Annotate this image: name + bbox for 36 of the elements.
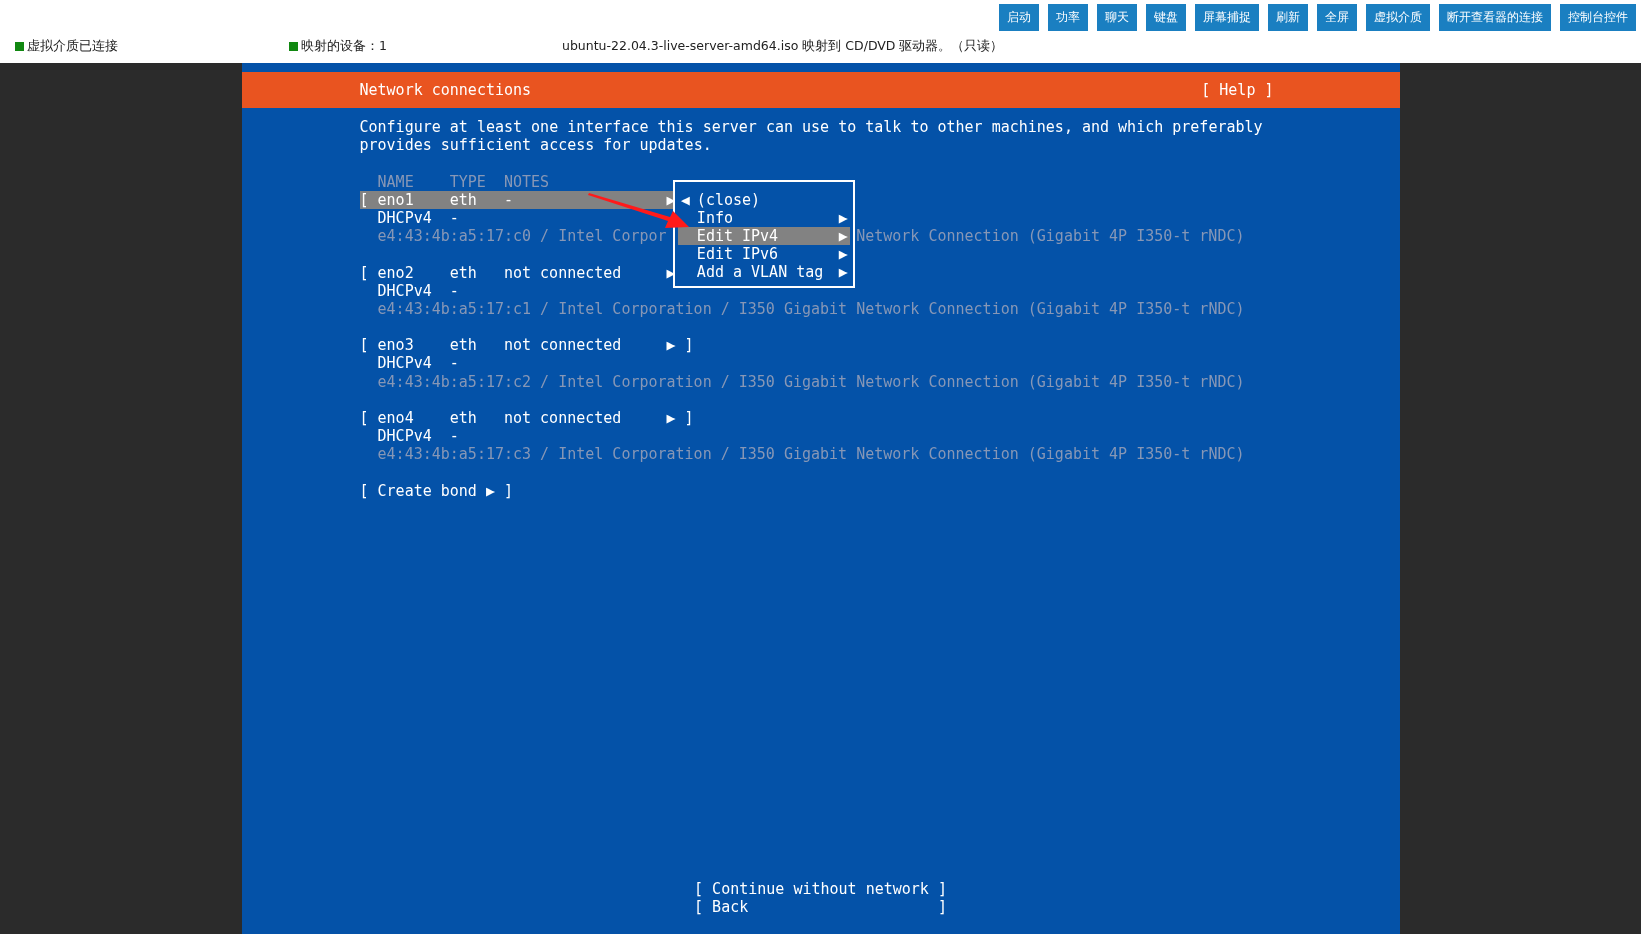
dhcp-status: DHCPv4 - <box>377 427 459 446</box>
toolbar-button[interactable]: 屏幕捕捉 <box>1195 4 1259 31</box>
device-detail: e4:43:4b:a5:17:c3 / Intel Corporation / I350 Gigabit Network Connection (Gigabit 4P I350-t rNDC) <box>377 445 1245 464</box>
interface-row[interactable]: [ eno3 eth not connected ▶ ] <box>359 336 694 355</box>
toolbar-button[interactable]: 虚拟介质 <box>1366 4 1430 31</box>
toolbar-button[interactable]: 聊天 <box>1097 4 1137 31</box>
menu-item[interactable]: Info ▶ <box>677 208 850 227</box>
toolbar-button[interactable]: 启动 <box>999 4 1039 31</box>
status-text: ubuntu-22.04.3-live-server-amd64.iso 映射到 CD/DVD 驱动器。（只读） <box>562 38 1004 55</box>
toolbar-button[interactable]: 功率 <box>1048 4 1088 31</box>
menu-item[interactable]: ◀ (close) <box>677 190 850 209</box>
dhcp-status: DHCPv4 - <box>377 208 459 227</box>
toolbar-button[interactable]: 控制台控件 <box>1560 4 1636 31</box>
toolbar-button[interactable]: 断开查看器的连接 <box>1439 4 1551 31</box>
dhcp-status: DHCPv4 - <box>377 281 459 300</box>
device-detail: e4:43:4b:a5:17:c1 / Intel Corporation / I350 Gigabit Network Connection (Gigabit 4P I350-t rNDC) <box>377 299 1245 318</box>
footer-button[interactable]: [ Continue without network ] <box>694 879 947 898</box>
dhcp-status: DHCPv4 - <box>377 354 459 373</box>
intro-text: Configure at least one interface this server can use to talk to other machines, and which preferably provides sufficient access for updates. <box>359 118 1264 155</box>
menu-item[interactable]: Edit IPv4 ▶ <box>677 226 850 246</box>
toolbar-button[interactable]: 刷新 <box>1268 4 1308 31</box>
device-detail: e4:43:4b:a5:17:c2 / Intel Corporation / I350 Gigabit Network Connection (Gigabit 4P I350-t rNDC) <box>377 372 1245 391</box>
column-headers: NAME TYPE NOTES <box>376 172 550 191</box>
device-detail: Network Connection (Gigabit 4P I350-t rNDC) <box>856 227 1245 246</box>
menu-item[interactable]: Edit IPv6 ▶ <box>677 245 850 264</box>
toolbar-button[interactable]: 键盘 <box>1146 4 1186 31</box>
screen-title: Network connections <box>359 80 532 100</box>
interface-row[interactable]: [ eno4 eth not connected ▶ ] <box>359 409 694 428</box>
menu-item[interactable]: Add a VLAN tag ▶ <box>677 263 850 282</box>
toolbar-button[interactable]: 全屏 <box>1317 4 1357 31</box>
device-detail: e4:43:4b:a5:17:c0 / Intel Corpor <box>377 227 667 246</box>
status-text: 映射的设备：1 <box>301 38 387 55</box>
create-bond-button[interactable]: [ Create bond ▶ ] <box>359 481 514 500</box>
help-link[interactable]: [ Help ] <box>1201 80 1274 100</box>
footer-button[interactable]: [ Back ] <box>694 897 947 916</box>
status-text: 虚拟介质已连接 <box>27 38 118 55</box>
